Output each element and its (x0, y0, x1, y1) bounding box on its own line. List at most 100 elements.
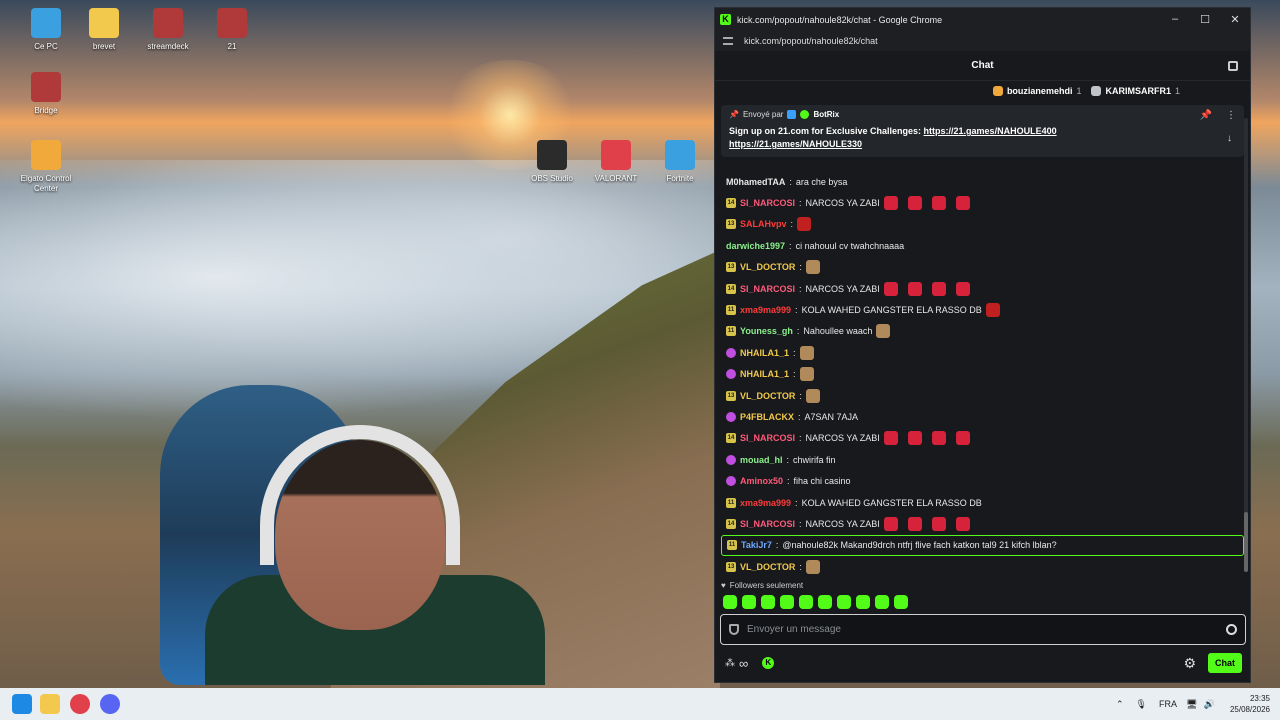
emote-icon (907, 281, 922, 296)
more-options-icon[interactable]: ⋮ (1226, 110, 1236, 121)
desktop-shortcut[interactable]: Ce PC (14, 8, 78, 52)
close-icon[interactable]: ✕ (1220, 13, 1250, 26)
chat-message: 14 SI_NARCOSI: NARCOS YA ZABI (715, 513, 1250, 534)
emote-button[interactable] (837, 595, 851, 609)
chat-scrollbar[interactable] (1244, 118, 1248, 572)
gift-badge-icon (1091, 86, 1102, 96)
desktop-shortcut[interactable]: Elgato Control Center (14, 140, 78, 194)
chat-username[interactable]: mouad_hl (740, 455, 783, 465)
emoji-picker-icon[interactable] (1226, 624, 1237, 635)
chat-message: NHAILA1_1: (715, 364, 1250, 385)
leaderboard-user[interactable]: KARIMSARFR1 1 (1091, 86, 1180, 96)
chat-message: darwiche1997: ci nahouul cv twahchnaaaa (715, 235, 1250, 256)
windows-start-icon[interactable] (12, 694, 32, 714)
chat-username[interactable]: TakiJr7 (741, 540, 772, 550)
chat-username[interactable]: SI_NARCOSI (740, 433, 795, 443)
volume-icon[interactable]: 🔊 (1203, 699, 1214, 710)
emote-button[interactable] (723, 595, 737, 609)
app-icon (537, 140, 567, 170)
users-icon[interactable] (1228, 61, 1238, 71)
chat-username[interactable]: xma9ma999 (740, 305, 791, 315)
chat-title: Chat (971, 60, 994, 71)
clock[interactable]: 23:35 25/08/2026 (1230, 693, 1270, 715)
emote-icon (883, 281, 898, 296)
file-explorer-icon[interactable] (40, 694, 60, 714)
emote-icon (799, 367, 814, 382)
emote-icon (985, 303, 1000, 318)
chat-username[interactable]: SI_NARCOSI (740, 198, 795, 208)
language-indicator[interactable]: FRA (1159, 699, 1177, 709)
desktop-shortcut[interactable]: brevet (72, 8, 136, 52)
emote-button[interactable] (894, 595, 908, 609)
microphone-icon[interactable]: 🎙 (1136, 699, 1147, 710)
pinned-link-1[interactable]: https://21.games/NAHOULE400 (924, 126, 1057, 136)
pinned-link-2[interactable]: https://21.games/NAHOULE330 (729, 139, 862, 149)
app-icon (31, 140, 61, 170)
network-icon[interactable]: 🖥 (1186, 699, 1197, 710)
unpin-icon[interactable]: 📌 (1200, 110, 1212, 121)
emote-button[interactable] (818, 595, 832, 609)
emote-icon (883, 431, 898, 446)
window-controls: – ☐ ✕ (1160, 13, 1250, 26)
username-separator: : (799, 433, 802, 444)
emote-button[interactable] (742, 595, 756, 609)
chevron-up-icon[interactable]: ⌃ (1116, 699, 1124, 710)
desktop-shortcut[interactable]: 21 (200, 8, 264, 52)
username-separator: : (787, 476, 790, 487)
message-input-box (720, 614, 1246, 645)
chat-username[interactable]: VL_DOCTOR (740, 262, 795, 272)
desktop-shortcut[interactable]: Bridge (14, 72, 78, 116)
clock-date: 25/08/2026 (1229, 705, 1270, 714)
chat-username[interactable]: P4FBLACKX (740, 412, 794, 422)
emote-button[interactable] (856, 595, 870, 609)
clock-time: 23:35 (1249, 694, 1270, 703)
maximize-icon[interactable]: ☐ (1190, 13, 1220, 26)
verified-icon (800, 110, 810, 119)
emote-icon (805, 260, 820, 275)
scrollbar-thumb[interactable] (1244, 512, 1248, 572)
chat-username[interactable]: VL_DOCTOR (740, 391, 795, 401)
share-icon[interactable]: ⁂ (725, 658, 735, 669)
chrome-icon[interactable] (70, 694, 90, 714)
kick-points-icon[interactable]: K (762, 657, 775, 669)
send-chat-button[interactable]: Chat (1208, 653, 1242, 673)
discord-icon[interactable] (100, 694, 120, 714)
chat-username[interactable]: SI_NARCOSI (740, 284, 795, 294)
chat-username[interactable]: Youness_gh (740, 326, 793, 336)
minimize-icon[interactable]: – (1160, 13, 1190, 26)
desktop-shortcut[interactable]: Fortnite (648, 140, 712, 184)
desktop-shortcut[interactable]: VALORANT (584, 140, 648, 184)
desktop-shortcut[interactable]: streamdeck (136, 8, 200, 52)
chat-message: 13 SALAHvpv: (715, 214, 1250, 235)
chat-username[interactable]: NHAILA1_1 (740, 369, 789, 379)
emote-icon (955, 281, 970, 296)
emote-button[interactable] (761, 595, 775, 609)
chat-username[interactable]: SI_NARCOSI (740, 519, 795, 529)
emote-button[interactable] (799, 595, 813, 609)
desktop-shortcut[interactable]: OBS Studio (520, 140, 584, 184)
settings-gear-icon[interactable]: ⚙ (1183, 655, 1196, 672)
chat-username[interactable]: xma9ma999 (740, 498, 791, 508)
subscriber-badge-icon: 14 (726, 433, 736, 444)
address-bar[interactable]: kick.com/popout/nahoule82k/chat (715, 31, 1250, 51)
leaderboard-count: 1 (1174, 86, 1180, 96)
username-separator: : (799, 198, 802, 209)
chat-username[interactable]: darwiche1997 (726, 241, 785, 251)
chat-username[interactable]: SALAHvpv (740, 219, 787, 229)
leaderboard-user[interactable]: bouzianemehdi 1 (992, 86, 1081, 96)
emote-button[interactable] (780, 595, 794, 609)
webcam-overlay (110, 385, 550, 685)
chat-username[interactable]: VL_DOCTOR (740, 562, 795, 572)
message-input[interactable] (747, 624, 1226, 635)
pinned-controls: 📌 ⋮ (1200, 110, 1236, 121)
site-info-icon[interactable] (723, 37, 733, 45)
chat-username[interactable]: M0hamedTAA (726, 177, 785, 187)
desktop-shortcut-label: streamdeck (147, 42, 189, 51)
chat-username[interactable]: Aminox50 (740, 476, 783, 486)
emote-button[interactable] (875, 595, 889, 609)
chat-username[interactable]: NHAILA1_1 (740, 348, 789, 358)
emote-icon (805, 559, 820, 574)
infinity-icon[interactable]: ∞ (739, 656, 748, 671)
expand-pinned-icon[interactable]: ↓ (1227, 133, 1232, 144)
pinned-author[interactable]: BotRix (813, 110, 839, 119)
